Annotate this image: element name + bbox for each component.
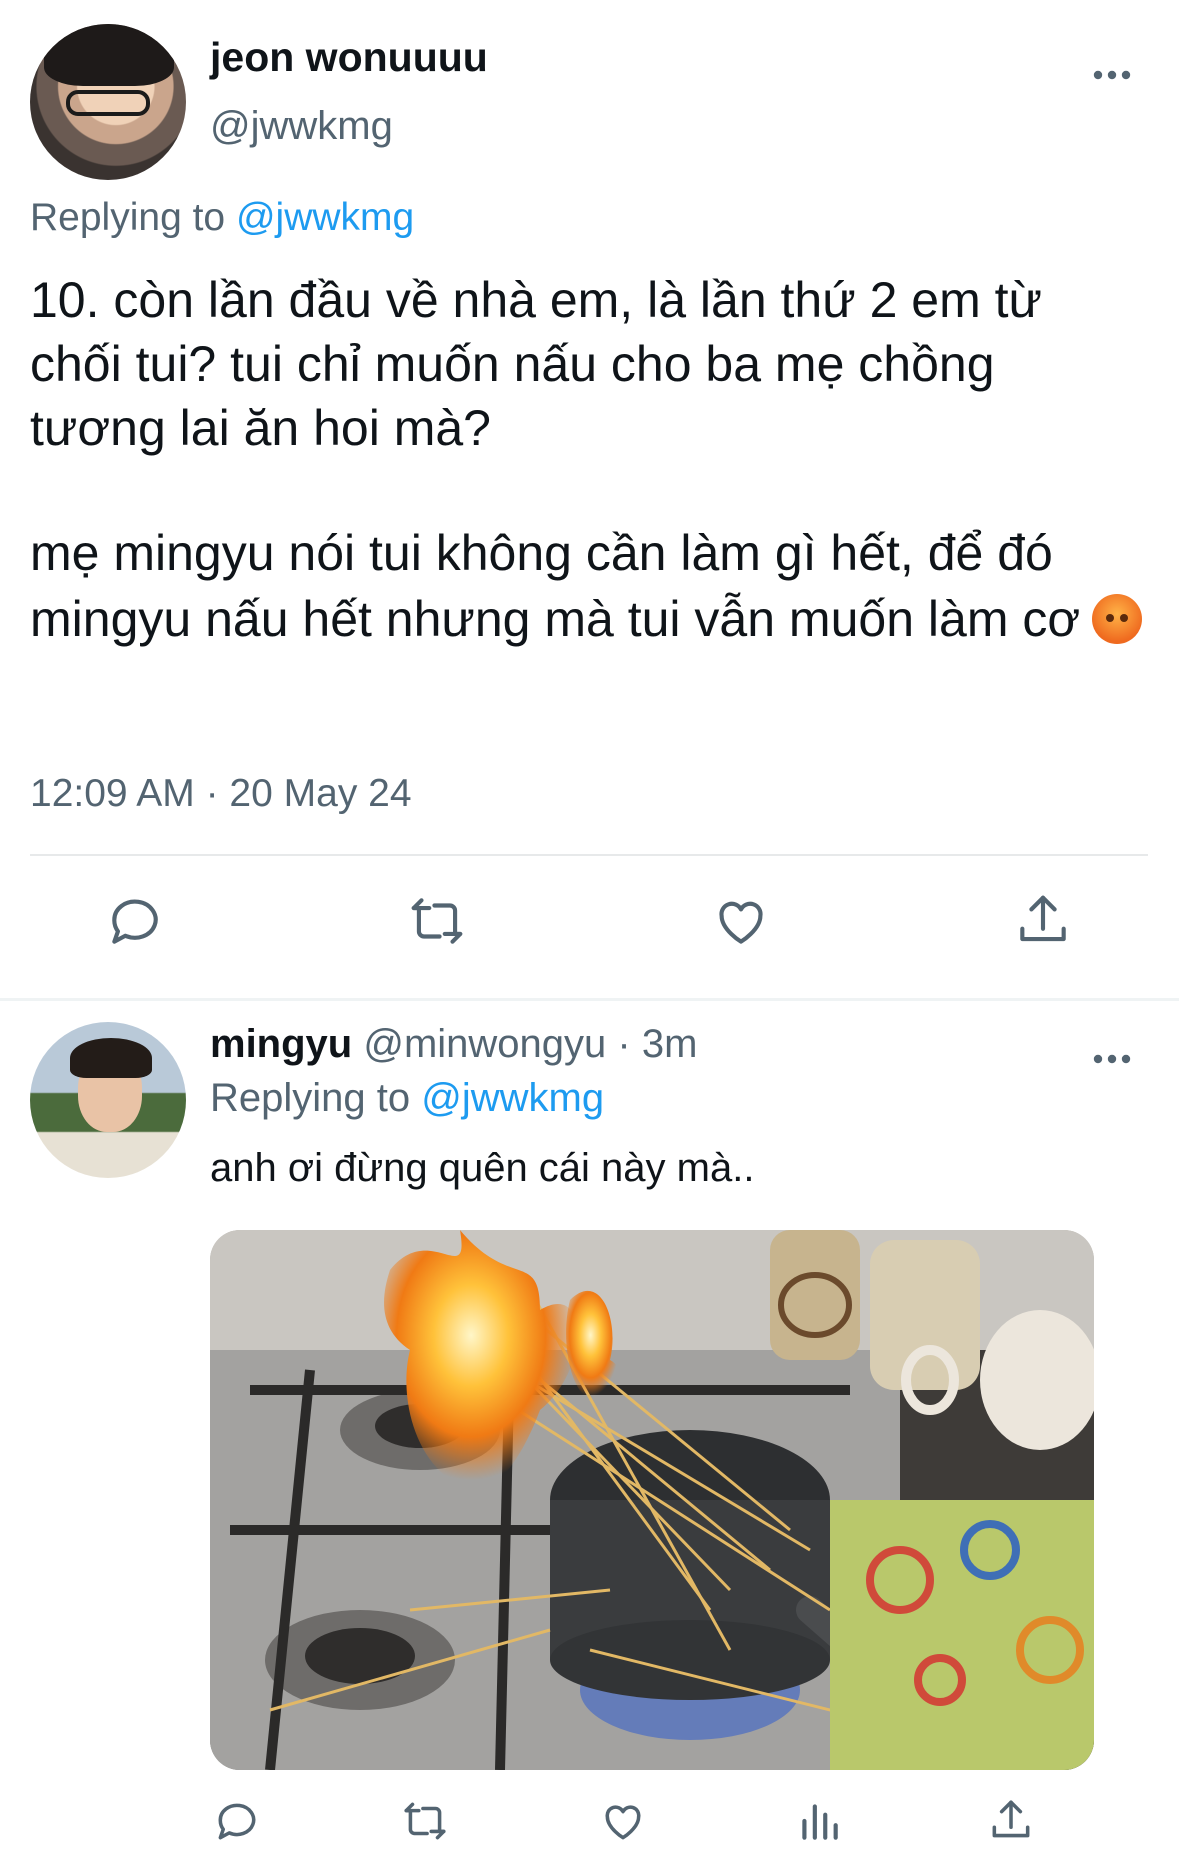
- user-meta[interactable]: @minwongyu · 3m: [363, 1022, 697, 1066]
- reply-header: mingyu @minwongyu · 3m: [210, 1022, 697, 1067]
- divider: [30, 854, 1148, 856]
- mention-link[interactable]: @jwwkmg: [236, 196, 414, 239]
- tweet-text-paragraph-2: mẹ mingyu nói tui không cần làm gì hết, …: [30, 520, 1150, 652]
- avatar[interactable]: [30, 24, 186, 180]
- reply-icon[interactable]: [104, 890, 166, 952]
- ellipsis-icon[interactable]: [1092, 1044, 1132, 1066]
- reply-text: anh ơi đừng quên cái này mà..: [210, 1146, 755, 1190]
- display-name[interactable]: mingyu: [210, 1022, 352, 1066]
- replying-prefix: Replying to: [210, 1076, 411, 1120]
- timestamp[interactable]: 12:09 AM · 20 May 24: [30, 772, 412, 816]
- replying-prefix: Replying to: [30, 196, 226, 239]
- mention-link[interactable]: @jwwkmg: [421, 1076, 604, 1120]
- angry-face-emoji-icon: [1092, 594, 1143, 644]
- stove-fire-photo: [210, 1230, 1094, 1770]
- like-icon[interactable]: [710, 890, 772, 952]
- ellipsis-icon[interactable]: [1092, 60, 1132, 82]
- tweet-text: 10. còn lần đầu về nhà em, là lần thứ 2 …: [30, 272, 1042, 456]
- analytics-icon[interactable]: [794, 1796, 844, 1846]
- media-photo[interactable]: [210, 1230, 1094, 1770]
- reply-icon[interactable]: [212, 1796, 262, 1846]
- retweet-icon[interactable]: [406, 890, 468, 952]
- action-bar: [0, 1796, 1179, 1856]
- replying-to: Replying to @jwwkmg: [30, 196, 414, 240]
- replying-to: Replying to @jwwkmg: [210, 1076, 604, 1121]
- avatar[interactable]: [30, 1022, 186, 1178]
- like-icon[interactable]: [598, 1796, 648, 1846]
- share-icon[interactable]: [1012, 890, 1074, 952]
- avatar-glasses: [66, 90, 150, 116]
- main-tweet: jeon wonuuuu @jwwkmg Replying to @jwwkmg…: [0, 0, 1179, 1000]
- retweet-icon[interactable]: [400, 1796, 450, 1846]
- tweet-text-2: mẹ mingyu nói tui không cần làm gì hết, …: [30, 525, 1081, 647]
- display-name[interactable]: jeon wonuuuu: [210, 34, 488, 81]
- avatar-hair: [44, 24, 174, 86]
- share-icon[interactable]: [986, 1796, 1036, 1846]
- tweet-separator: [0, 998, 1179, 1001]
- user-handle[interactable]: @jwwkmg: [210, 104, 393, 149]
- action-bar: [0, 890, 1179, 960]
- avatar-hair: [70, 1038, 152, 1078]
